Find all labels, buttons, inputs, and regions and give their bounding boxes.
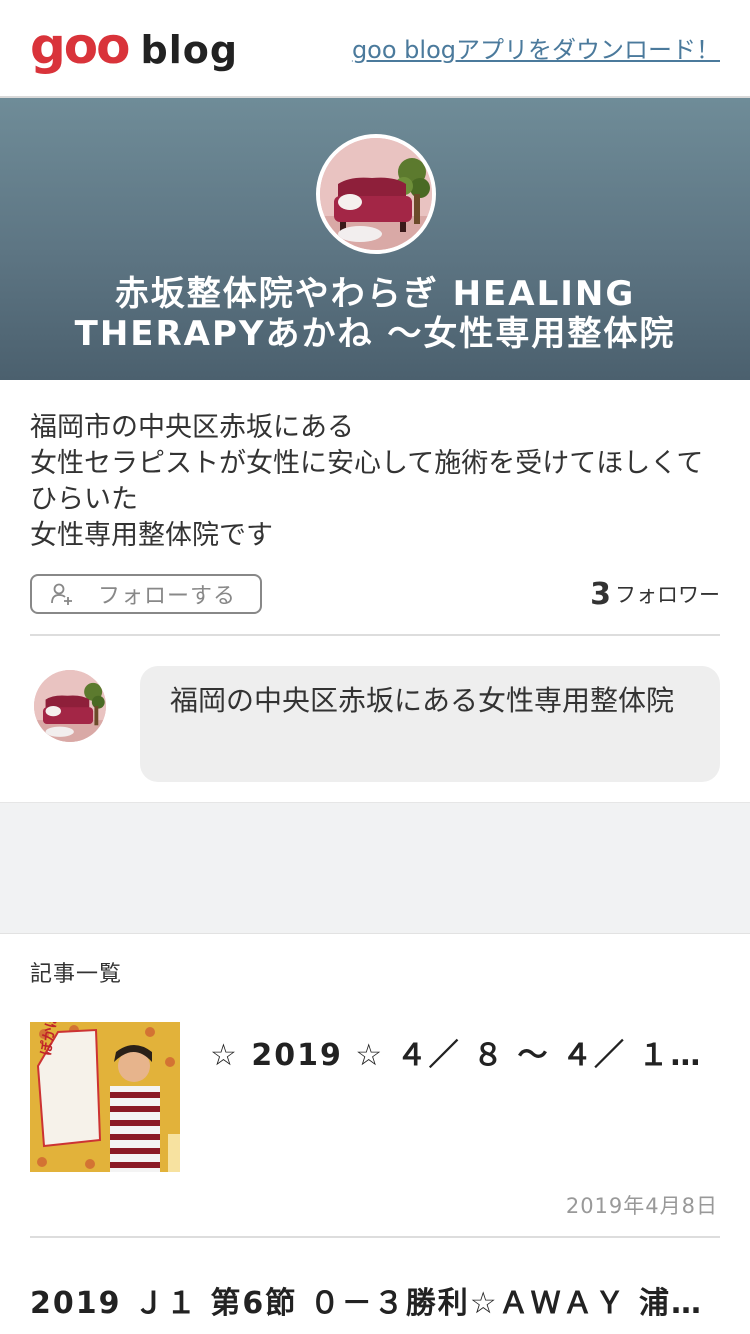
article-thumbnail[interactable]: ぽかぽか春吉 xyxy=(30,1022,180,1172)
logo-goo-text: goo xyxy=(30,17,130,75)
follower-count-number: 3 xyxy=(590,576,611,612)
blog-title-line-2: THERAPYあかね ～女性専用整体院 xyxy=(74,314,676,354)
follow-button-label: フォローする xyxy=(98,584,237,609)
description-line: 福岡市の中央区赤坂にある xyxy=(30,412,354,443)
app-download-link[interactable]: goo blogアプリをダウンロード！ xyxy=(352,30,720,65)
article-title[interactable]: ☆ 2019 ☆ ４／ ８ ～ ４／ １… xyxy=(210,1030,710,1074)
divider xyxy=(30,1236,720,1238)
message-bubble: 福岡の中央区赤坂にある女性専用整体院 xyxy=(140,666,720,782)
article-title[interactable]: 2019 Ｊ１ 第6節 ０－３勝利☆ＡＷＡＹ 浦… xyxy=(30,1278,700,1322)
sofa-photo-icon xyxy=(320,138,432,250)
article-date: 2019年4月8日 xyxy=(565,1194,718,1218)
goo-blog-logo[interactable]: goo blog xyxy=(30,18,238,74)
ad-area xyxy=(0,802,750,934)
author-avatar xyxy=(34,670,106,742)
description-line: 女性専用整体院です xyxy=(30,520,273,551)
app-header: goo blog goo blogアプリをダウンロード！ xyxy=(0,0,750,98)
blog-description: 福岡市の中央区赤坂にある 女性セラピストが女性に安心して施術を受けてほしくて ひ… xyxy=(30,410,720,554)
follower-count-label: フォロワー xyxy=(615,583,720,607)
blog-title[interactable]: 赤坂整体院やわらぎ HEALING THERAPYあかね ～女性専用整体院 xyxy=(30,274,720,354)
follower-count[interactable]: 3 フォロワー xyxy=(590,574,720,614)
blog-avatar xyxy=(316,134,436,254)
description-line: 女性セラピストが女性に安心して施術を受けてほしくて ひらいた xyxy=(30,448,704,515)
article-list-heading: 記事一覧 xyxy=(30,962,123,987)
sofa-photo-icon xyxy=(34,670,106,742)
divider xyxy=(30,634,720,636)
blog-hero: 赤坂整体院やわらぎ HEALING THERAPYあかね ～女性専用整体院 xyxy=(0,98,750,380)
add-user-icon xyxy=(51,583,72,605)
logo-blog-text: blog xyxy=(140,28,239,72)
follow-button[interactable]: フォローする xyxy=(30,574,262,614)
blog-title-line-1: 赤坂整体院やわらぎ HEALING xyxy=(114,274,636,314)
article-photo: ぽかぽか春吉 xyxy=(30,1022,180,1172)
